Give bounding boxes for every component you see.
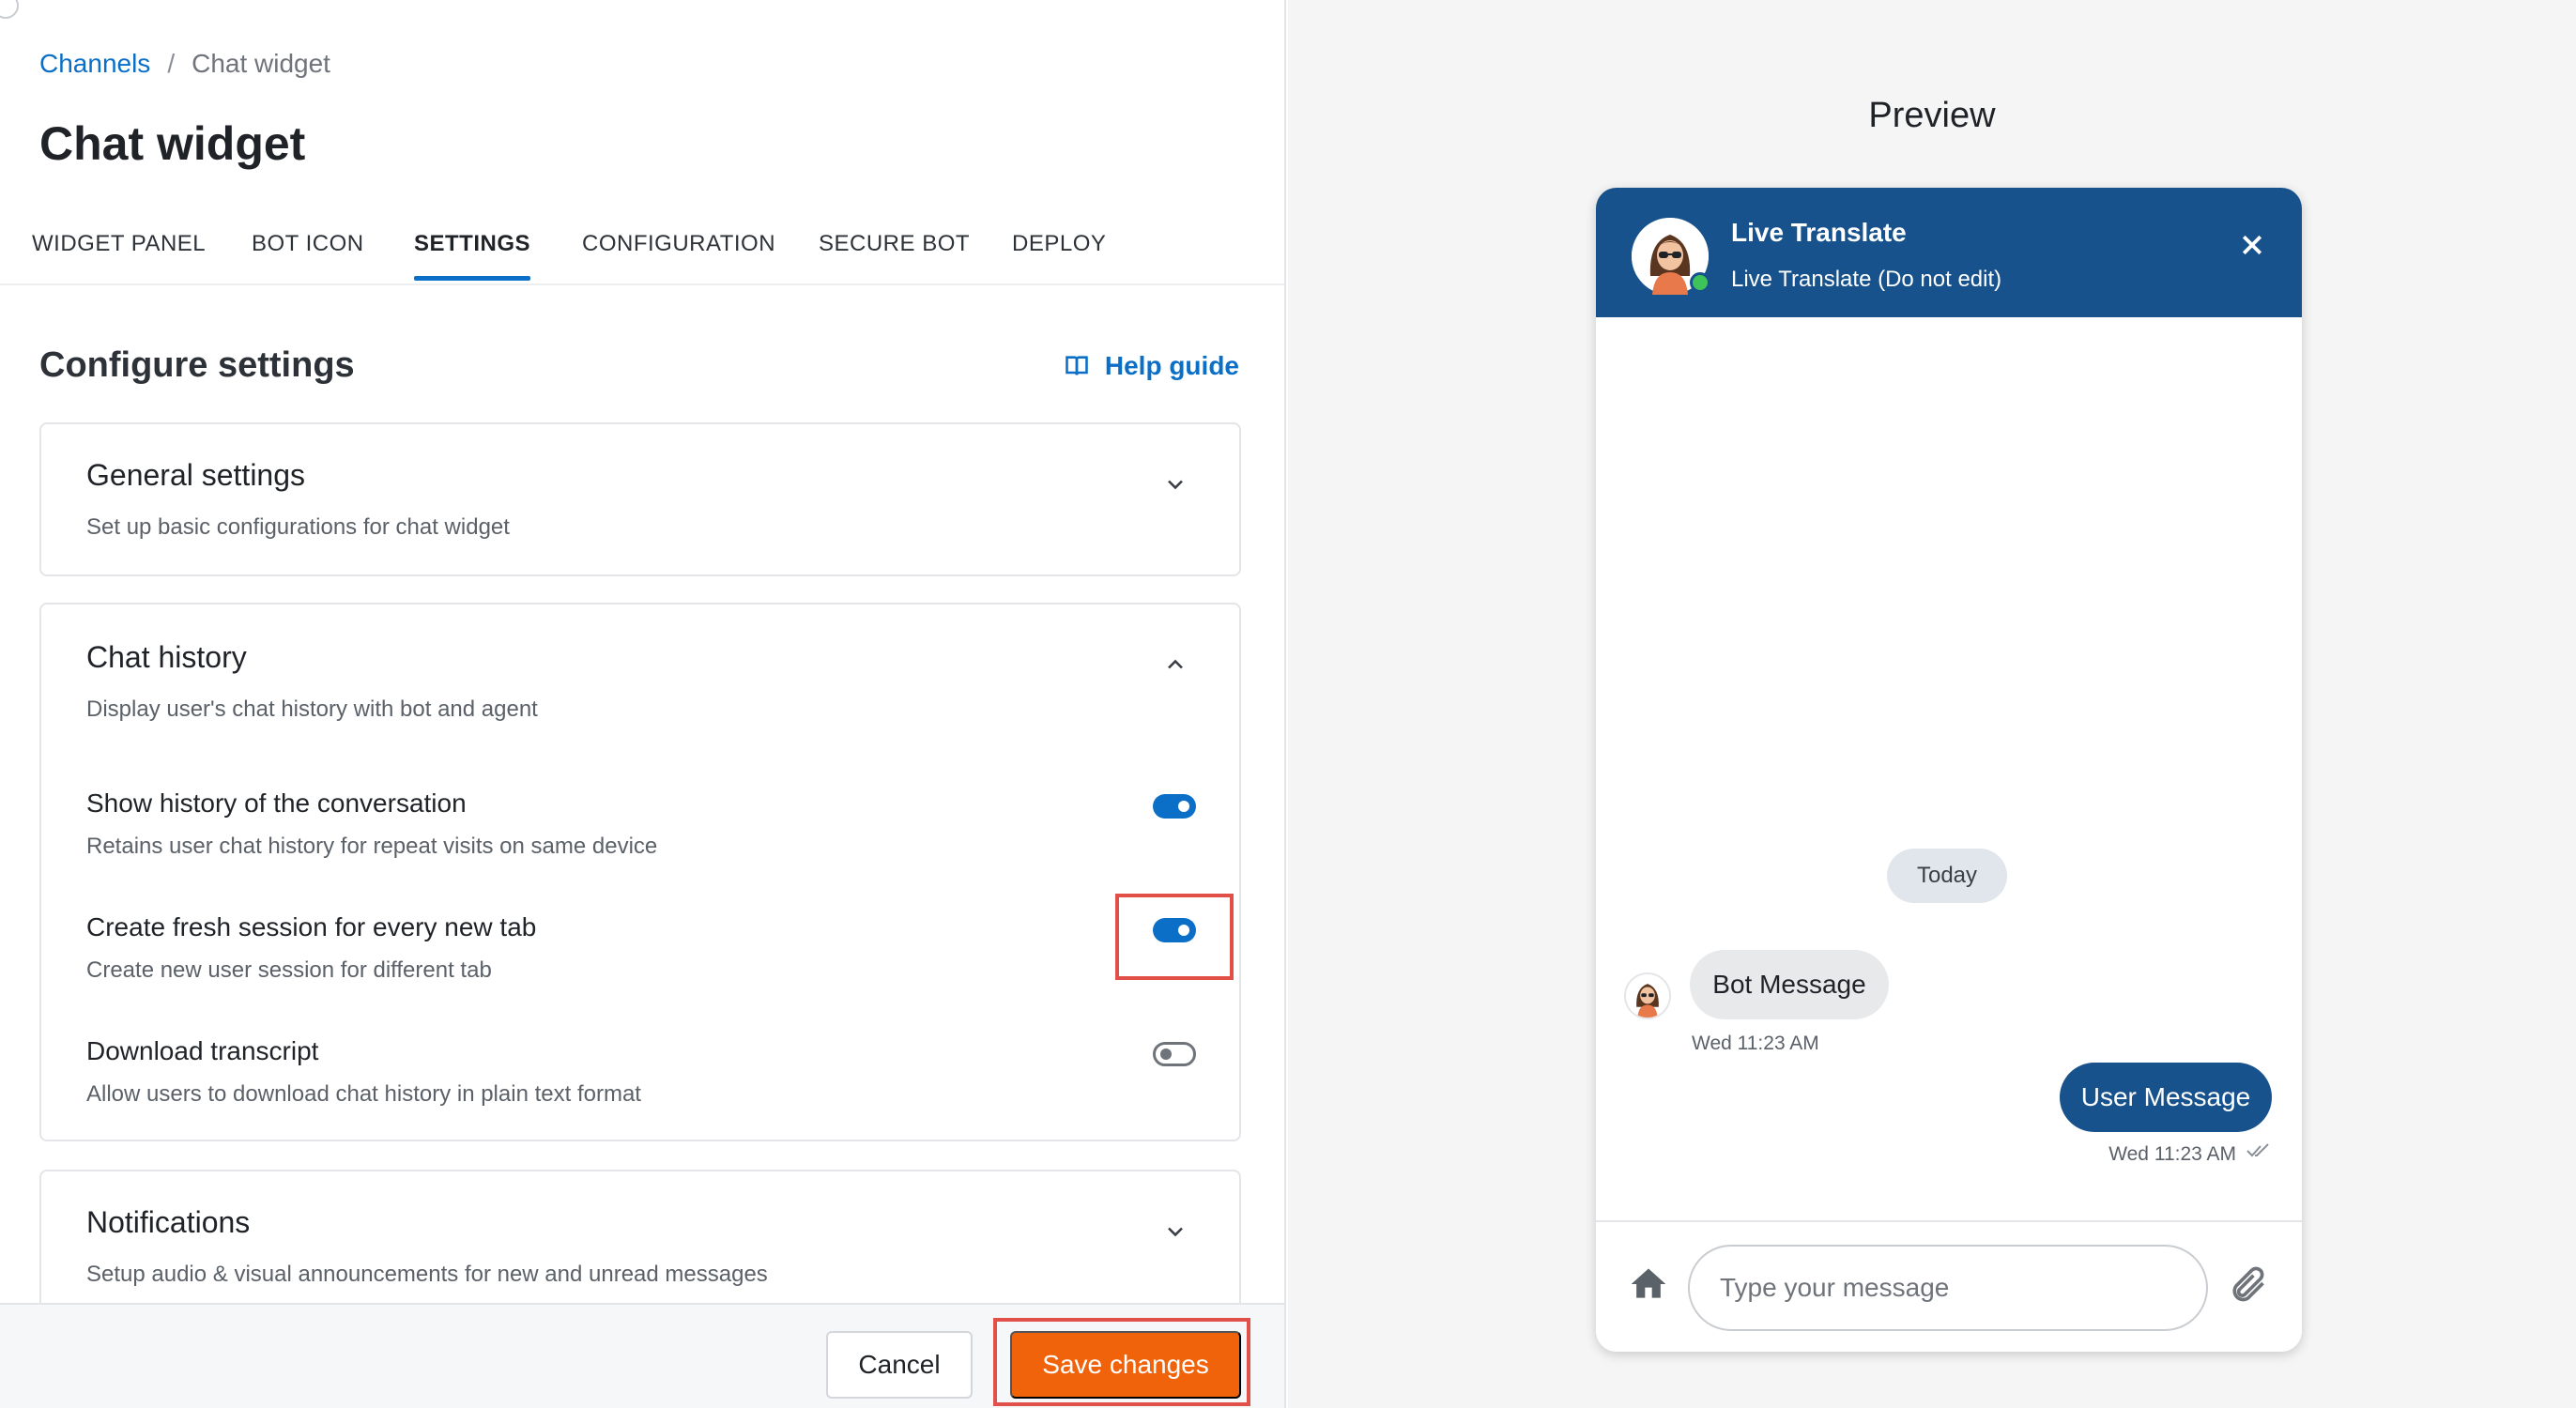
breadcrumb-current: Chat widget	[192, 49, 330, 78]
tab-widget-panel[interactable]: WIDGET PANEL	[32, 231, 206, 257]
online-status-dot	[1690, 272, 1710, 293]
toggle-knob	[1178, 801, 1189, 812]
toggle-knob	[1160, 1048, 1172, 1060]
user-message-time: Wed 11:23 AM	[2108, 1143, 2236, 1165]
fresh-session-highlight	[1115, 894, 1234, 980]
home-icon[interactable]	[1628, 1263, 1669, 1305]
chat-history-card: Chat history Display user's chat history…	[39, 603, 1241, 1141]
bot-subtitle: Live Translate (Do not edit)	[1731, 267, 2002, 292]
chevron-up-icon[interactable]	[1162, 651, 1188, 678]
book-icon	[1066, 356, 1088, 375]
fresh-session-subtitle: Create new user session for different ta…	[86, 957, 492, 983]
tab-settings[interactable]: SETTINGS	[414, 231, 531, 281]
general-settings-subtitle: Set up basic configurations for chat wid…	[86, 514, 510, 540]
show-history-title: Show history of the conversation	[86, 788, 467, 818]
help-guide-link[interactable]: Help guide	[1064, 351, 1239, 381]
paperclip-icon[interactable]	[2227, 1263, 2268, 1305]
breadcrumb-channels-link[interactable]: Channels	[39, 49, 150, 79]
download-transcript-title: Download transcript	[86, 1036, 319, 1065]
notifications-subtitle: Setup audio & visual announcements for n…	[86, 1262, 768, 1287]
chat-widget-preview: Live Translate Live Translate (Do not ed…	[1596, 188, 2302, 1352]
chat-history-title: Chat history	[86, 640, 247, 674]
save-highlight	[993, 1318, 1250, 1406]
message-composer	[1596, 1220, 2302, 1352]
tab-deploy[interactable]: DEPLOY	[1012, 231, 1106, 257]
cancel-button[interactable]: Cancel	[826, 1331, 973, 1399]
close-icon[interactable]	[2238, 231, 2266, 259]
tab-secure-bot[interactable]: SECURE BOT	[819, 231, 970, 257]
fresh-session-title: Create fresh session for every new tab	[86, 912, 537, 941]
configure-settings-title: Configure settings	[39, 345, 355, 385]
download-transcript-subtitle: Allow users to download chat history in …	[86, 1081, 641, 1107]
bot-name: Live Translate	[1731, 218, 1907, 247]
general-settings-title: General settings	[86, 458, 306, 492]
chat-history-subtitle: Display user's chat history with bot and…	[86, 696, 538, 722]
chevron-down-icon[interactable]	[1162, 471, 1188, 497]
breadcrumb-separator: /	[167, 49, 176, 78]
tab-bar: WIDGET PANEL BOT ICON SETTINGS CONFIGURA…	[0, 210, 1284, 285]
message-input[interactable]	[1688, 1245, 2208, 1331]
preview-panel: Preview Live Translate Live Translate (D…	[1288, 0, 2576, 1408]
settings-panel: Channels / Chat widget Chat widget WIDGE…	[0, 0, 1286, 1408]
page-title: Chat widget	[39, 117, 306, 170]
bot-avatar-small-image	[1626, 974, 1669, 1018]
bot-message-avatar	[1624, 972, 1671, 1019]
bot-avatar	[1632, 218, 1710, 295]
user-message-bubble: User Message	[2060, 1063, 2272, 1132]
show-history-toggle[interactable]	[1153, 794, 1196, 819]
bot-message-time: Wed 11:23 AM	[1692, 1033, 1819, 1054]
tab-bot-icon[interactable]: BOT ICON	[252, 231, 364, 257]
general-settings-card[interactable]: General settings Set up basic configurat…	[39, 422, 1241, 576]
corner-decoration	[0, 0, 19, 19]
help-guide-label: Help guide	[1104, 351, 1239, 380]
widget-header: Live Translate Live Translate (Do not ed…	[1596, 188, 2302, 317]
show-history-subtitle: Retains user chat history for repeat vis…	[86, 834, 658, 859]
notifications-title: Notifications	[86, 1205, 251, 1239]
date-separator: Today	[1887, 849, 2007, 903]
breadcrumb: Channels / Chat widget	[39, 49, 330, 79]
preview-title: Preview	[1868, 96, 1996, 135]
chevron-down-icon[interactable]	[1162, 1218, 1188, 1245]
download-transcript-toggle[interactable]	[1153, 1042, 1196, 1066]
double-check-icon	[2246, 1143, 2269, 1157]
tab-configuration[interactable]: CONFIGURATION	[582, 231, 775, 257]
bot-message-bubble: Bot Message	[1690, 950, 1889, 1019]
action-footer: Cancel Save changes	[0, 1303, 1284, 1408]
